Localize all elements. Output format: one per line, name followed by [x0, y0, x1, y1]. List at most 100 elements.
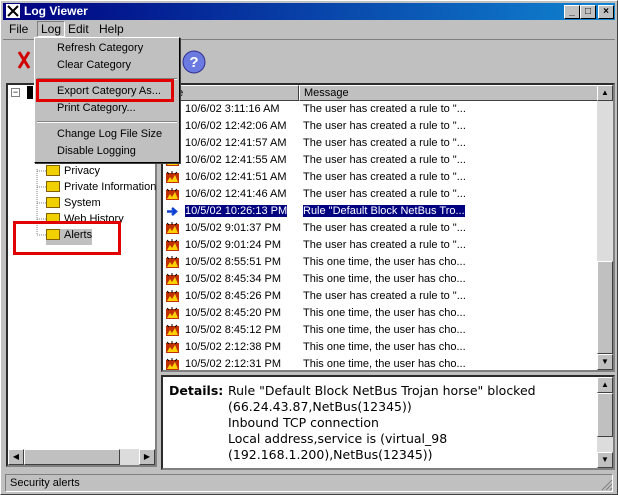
- row-date: 10/5/02 10:26:13 PM: [185, 205, 288, 217]
- folder-icon: [46, 181, 60, 192]
- folder-icon: [46, 197, 60, 208]
- maximize-button[interactable]: □: [580, 5, 596, 19]
- scroll-up-button[interactable]: ▲: [597, 377, 613, 393]
- menu-log[interactable]: Log: [37, 21, 66, 37]
- row-date: 10/5/02 9:01:37 PM: [185, 222, 282, 234]
- row-date: 10/6/02 12:41:57 AM: [185, 137, 287, 149]
- column-header-message[interactable]: Message: [299, 85, 599, 101]
- row-date: 10/6/02 12:41:51 AM: [185, 171, 287, 183]
- scroll-thumb[interactable]: [597, 393, 613, 437]
- menu-item-change-log-file-size[interactable]: Change Log File Size: [57, 128, 162, 140]
- alert-icon: [166, 307, 179, 319]
- folder-icon: [46, 165, 60, 176]
- scroll-thumb[interactable]: [24, 449, 120, 465]
- row-date: 10/5/02 8:45:34 PM: [185, 273, 282, 285]
- row-message: This one time, the user has cho...: [303, 324, 466, 336]
- scroll-right-button[interactable]: ▶: [139, 449, 155, 465]
- details-line: (192.168.1.200),NetBus(12345)): [228, 447, 433, 462]
- details-pane: Details: Rule "Default Block NetBus Troj…: [161, 375, 615, 470]
- table-row[interactable]: 10/6/02 12:41:55 AM The user has created …: [163, 152, 599, 169]
- tree-item-system[interactable]: System: [46, 197, 101, 213]
- app-icon: [6, 4, 20, 18]
- alert-icon: [166, 290, 179, 302]
- menu-item-refresh-category[interactable]: Refresh Category: [57, 42, 143, 54]
- row-date: 10/5/02 9:01:24 PM: [185, 239, 282, 251]
- row-message: The user has created a rule to "...: [303, 171, 466, 183]
- alert-icon: [166, 171, 179, 183]
- details-vscrollbar[interactable]: ▲ ▼: [597, 377, 613, 468]
- row-message: This one time, the user has cho...: [303, 358, 466, 370]
- scroll-up-button[interactable]: ▲: [597, 85, 613, 101]
- tree-hscrollbar[interactable]: ◀ ▶: [8, 449, 155, 465]
- table-row[interactable]: 10/5/02 10:26:13 PM Rule "Default Block N…: [163, 203, 599, 220]
- log-viewer-window: Log Viewer _ □ × File Log Edit Help ? −: [0, 0, 618, 495]
- row-message: This one time, the user has cho...: [303, 256, 466, 268]
- details-line: Local address,service is (virtual_98: [228, 431, 448, 446]
- svg-text:?: ?: [189, 54, 198, 71]
- details-line: (66.24.43.87,NetBus(12345)): [228, 399, 412, 414]
- log-list[interactable]: ate Message 10/6/02 3:11:16 AM The user h…: [161, 83, 615, 372]
- row-message: The user has created a rule to "...: [303, 154, 466, 166]
- menu-item-print-category[interactable]: Print Category...: [57, 102, 136, 114]
- row-message: The user has created a rule to "...: [303, 188, 466, 200]
- table-row[interactable]: 10/5/02 8:45:20 PM This one time, the use…: [163, 305, 599, 322]
- table-row[interactable]: 10/5/02 2:12:31 PM This one time, the use…: [163, 356, 599, 370]
- title-bar: Log Viewer _ □ ×: [3, 3, 615, 20]
- scroll-down-button[interactable]: ▼: [597, 452, 613, 468]
- table-row[interactable]: 10/5/02 8:55:51 PM This one time, the use…: [163, 254, 599, 271]
- tree-item-privacy[interactable]: Privacy: [46, 165, 100, 181]
- row-message: This one time, the user has cho...: [303, 341, 466, 353]
- menu-edit[interactable]: Edit: [68, 22, 89, 36]
- details-line: Inbound TCP connection: [228, 415, 379, 430]
- window-title: Log Viewer: [24, 4, 88, 18]
- table-row[interactable]: 10/6/02 12:41:57 AM The user has created …: [163, 135, 599, 152]
- table-row[interactable]: 10/5/02 2:12:38 PM This one time, the use…: [163, 339, 599, 356]
- row-message: The user has created a rule to "...: [303, 239, 466, 251]
- menu-help[interactable]: Help: [99, 22, 124, 36]
- alert-icon: [166, 239, 179, 251]
- table-row[interactable]: 10/5/02 9:01:24 PM The user has created a…: [163, 237, 599, 254]
- scroll-down-button[interactable]: ▼: [597, 354, 613, 370]
- minimize-button[interactable]: _: [564, 5, 580, 19]
- row-message: The user has created a rule to "...: [303, 120, 466, 132]
- alert-icon: [166, 273, 179, 285]
- list-vscrollbar[interactable]: ▲ ▼: [597, 85, 613, 370]
- column-header-date[interactable]: ate: [163, 85, 299, 101]
- table-row[interactable]: 10/5/02 9:01:37 PM The user has created a…: [163, 220, 599, 237]
- table-row[interactable]: 10/5/02 8:45:12 PM This one time, the use…: [163, 322, 599, 339]
- scroll-left-button[interactable]: ◀: [8, 449, 24, 465]
- tree-item-private-information[interactable]: Private Information: [46, 181, 156, 197]
- scroll-thumb[interactable]: [597, 261, 613, 354]
- menu-item-clear-category[interactable]: Clear Category: [57, 59, 131, 71]
- row-date: 10/5/02 8:55:51 PM: [185, 256, 282, 268]
- table-row[interactable]: 10/6/02 12:41:51 AM The user has created …: [163, 169, 599, 186]
- row-date: 10/5/02 8:45:20 PM: [185, 307, 282, 319]
- table-row[interactable]: 10/5/02 8:45:34 PM This one time, the use…: [163, 271, 599, 288]
- menu-item-disable-logging[interactable]: Disable Logging: [57, 145, 136, 157]
- table-row[interactable]: 10/6/02 12:42:06 AM The user has created …: [163, 118, 599, 135]
- alert-icon: [166, 324, 179, 336]
- status-text: Security alerts: [5, 474, 613, 492]
- resize-grip-icon[interactable]: [601, 479, 613, 491]
- alert-icon: [166, 256, 179, 268]
- help-button[interactable]: ?: [179, 45, 209, 75]
- menu-file[interactable]: File: [9, 22, 28, 36]
- table-row[interactable]: 10/6/02 3:11:16 AM The user has created a…: [163, 101, 599, 118]
- menu-separator: [37, 121, 177, 123]
- row-date: 10/6/02 12:42:06 AM: [185, 120, 287, 132]
- close-button[interactable]: ×: [598, 5, 614, 19]
- details-line: Rule "Default Block NetBus Trojan horse"…: [228, 383, 536, 398]
- row-message: The user has created a rule to "...: [303, 103, 466, 115]
- table-row[interactable]: 10/6/02 12:41:46 AM The user has created …: [163, 186, 599, 203]
- row-message: Rule "Default Block NetBus Tro...: [303, 205, 465, 217]
- help-icon: ?: [182, 50, 206, 74]
- row-date: 10/5/02 2:12:31 PM: [185, 358, 282, 370]
- row-date: 10/6/02 3:11:16 AM: [185, 103, 280, 115]
- alert-icon: [166, 222, 179, 234]
- status-bar: Security alerts: [3, 473, 615, 493]
- alert-icon: [166, 188, 179, 200]
- table-row[interactable]: 10/5/02 8:45:26 PM The user has created a…: [163, 288, 599, 305]
- row-message: The user has created a rule to "...: [303, 290, 466, 302]
- row-message: The user has created a rule to "...: [303, 137, 466, 149]
- row-date: 10/6/02 12:41:55 AM: [185, 154, 287, 166]
